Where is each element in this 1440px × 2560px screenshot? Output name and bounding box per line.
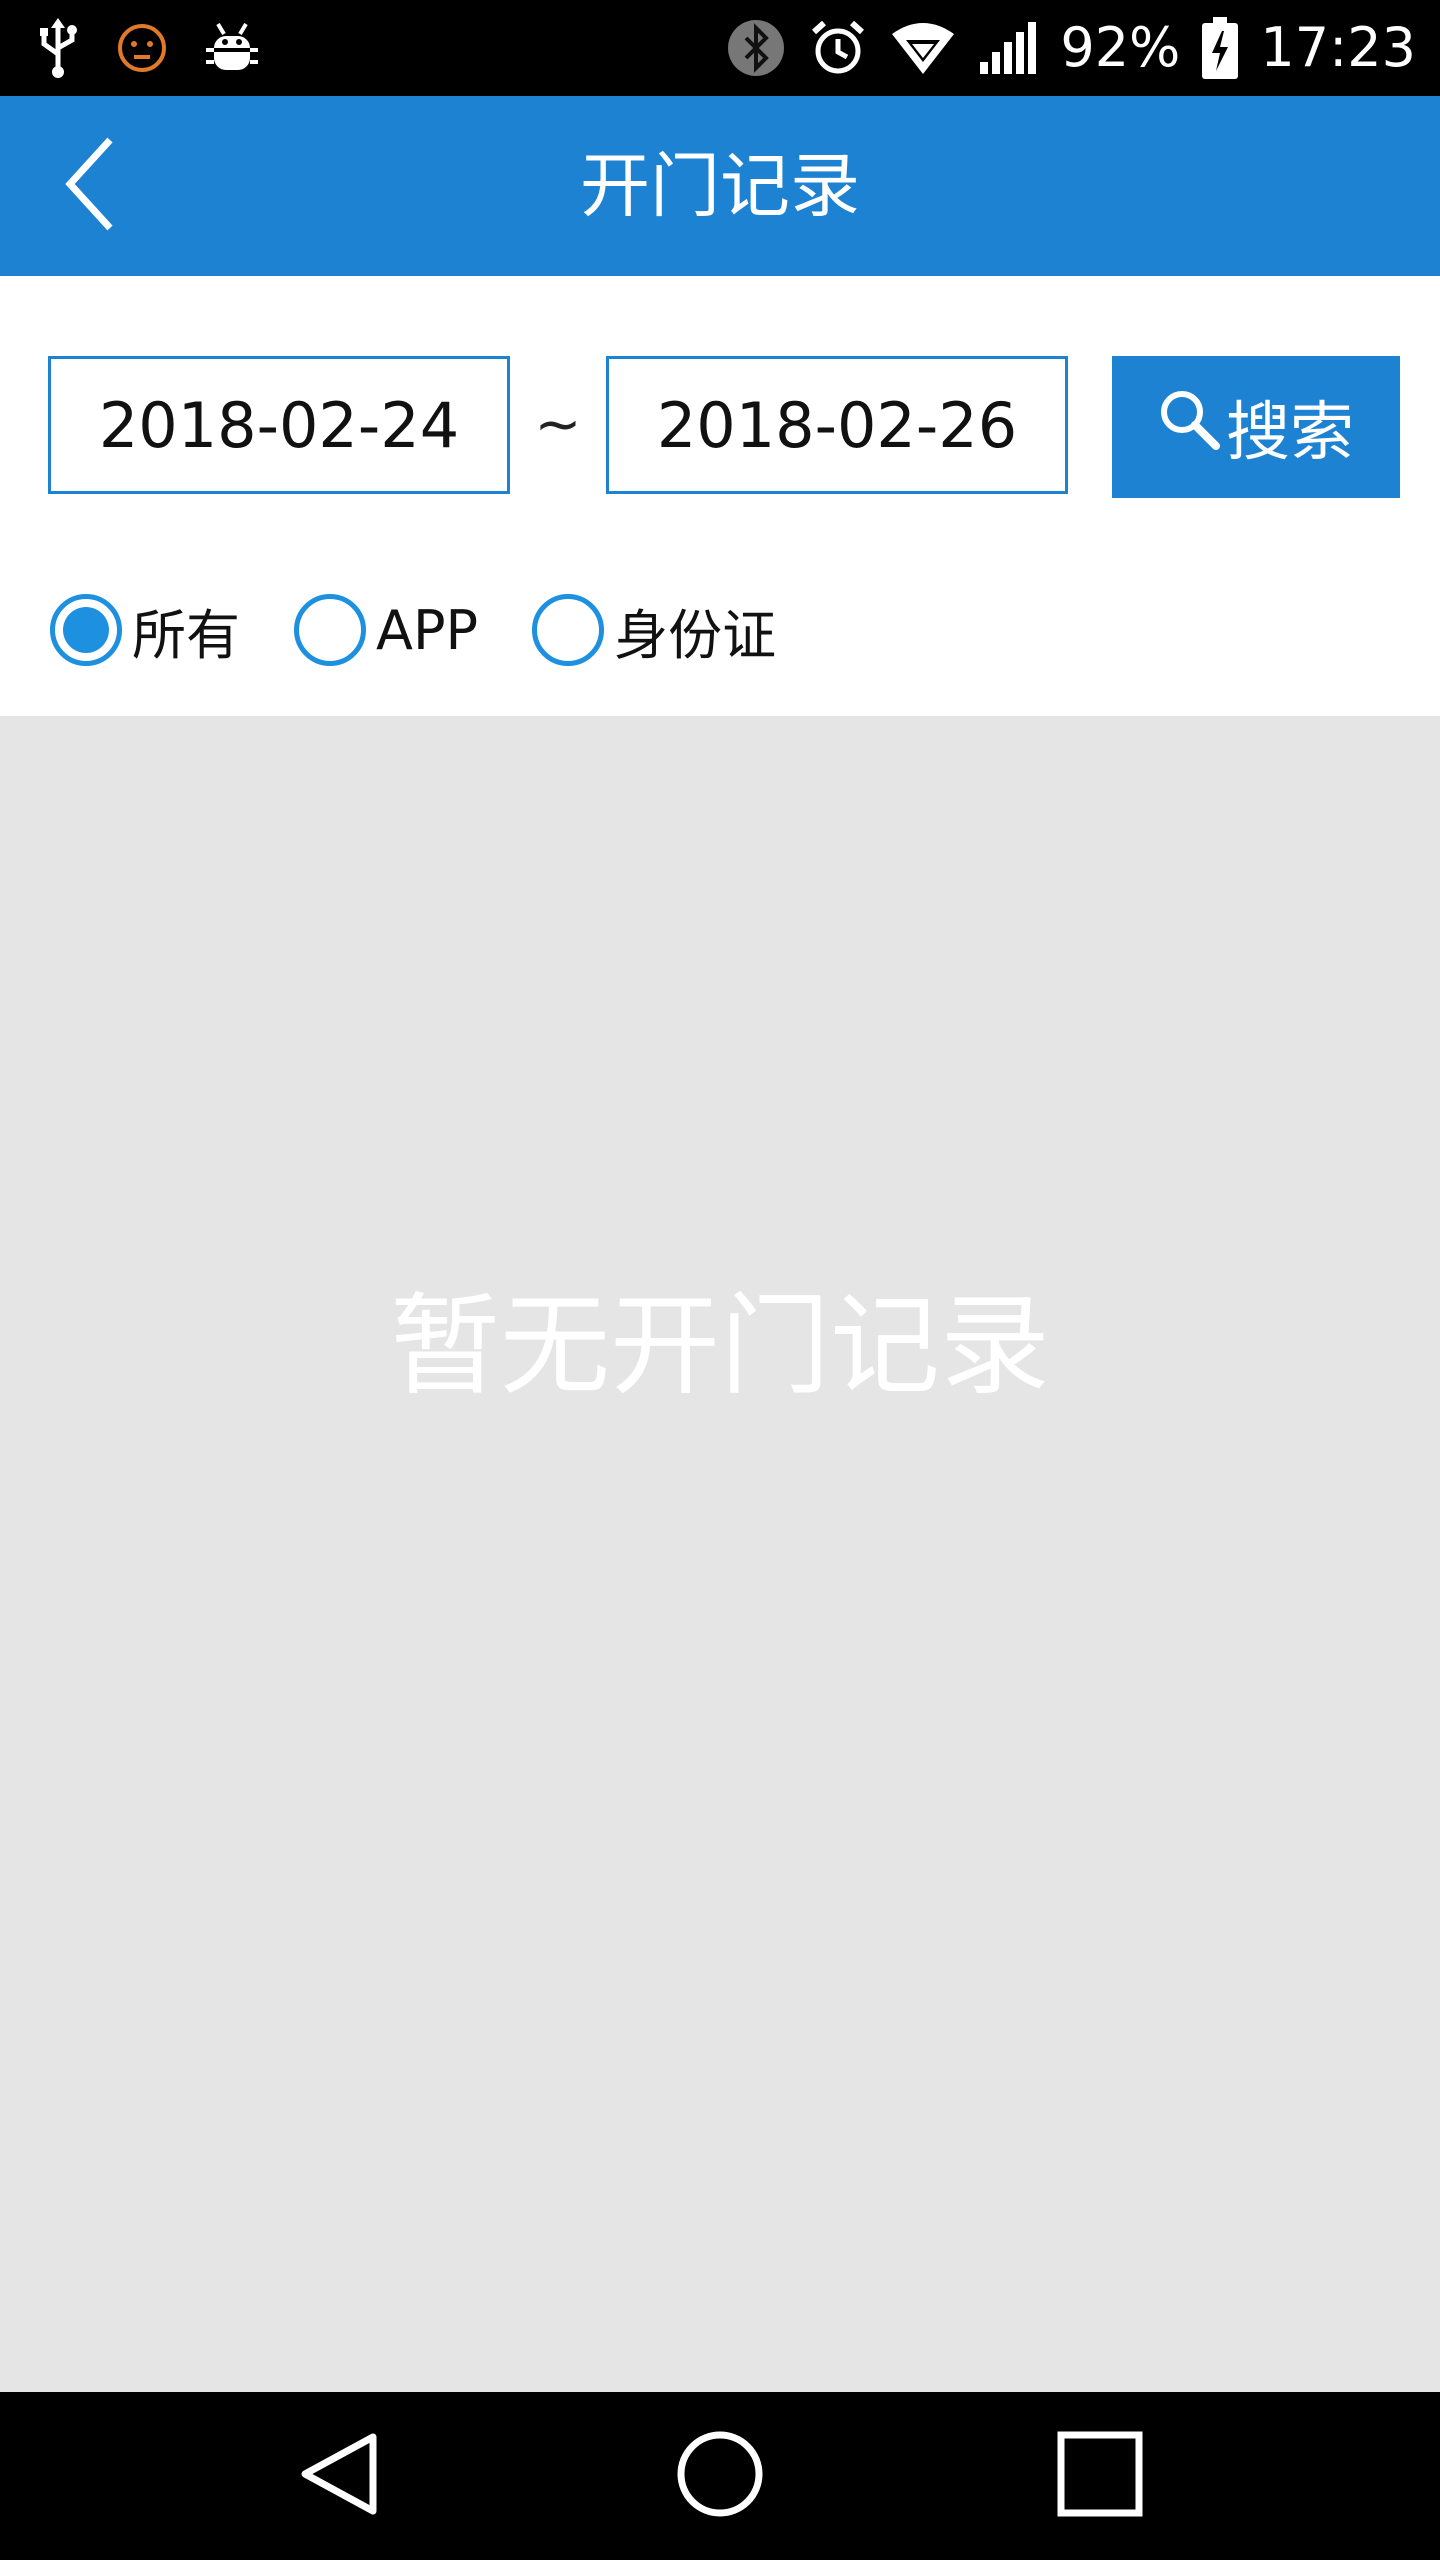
radio-option-all[interactable]: 所有: [50, 591, 240, 670]
record-type-radio-group: 所有 APP 身份证: [50, 590, 830, 670]
radio-button[interactable]: [294, 594, 366, 666]
nav-back-button[interactable]: [290, 2426, 390, 2526]
face-icon: [116, 22, 168, 74]
back-button[interactable]: [40, 136, 140, 236]
search-icon: [1158, 388, 1220, 466]
chevron-left-icon: [60, 134, 120, 238]
wifi-icon: [890, 20, 956, 76]
alarm-icon: [808, 18, 868, 78]
filter-panel: 2018-02-24 ~ 2018-02-26 搜索 所有 APP 身份证: [0, 276, 1440, 716]
radio-button-checked[interactable]: [50, 594, 122, 666]
end-date-field[interactable]: 2018-02-26: [606, 356, 1068, 494]
empty-state-message: 暂无开门记录: [390, 1282, 1050, 1410]
nav-home-icon: [675, 2429, 765, 2523]
app-bar: 开门记录: [0, 96, 1440, 276]
android-debug-icon: [204, 20, 260, 76]
clock: 17:23: [1260, 16, 1416, 79]
page-title: 开门记录: [580, 145, 860, 227]
nav-back-icon: [295, 2429, 385, 2523]
battery-charging-icon: [1202, 17, 1239, 79]
records-list: 暂无开门记录: [0, 716, 1440, 2392]
search-button[interactable]: 搜索: [1112, 356, 1400, 498]
radio-label: APP: [376, 598, 479, 662]
search-label: 搜索: [1226, 396, 1354, 470]
nav-recents-icon: [1055, 2429, 1145, 2523]
nav-home-button[interactable]: [670, 2426, 770, 2526]
radio-option-app[interactable]: APP: [294, 594, 478, 666]
navigation-bar: [0, 2392, 1440, 2560]
radio-label: 所有: [132, 603, 240, 667]
screen: 92% 17:23 开门记录 2018-02-24 ~ 2018-02-26 搜…: [0, 0, 1440, 2560]
signal-icon: [978, 20, 1038, 76]
nav-recents-button[interactable]: [1050, 2426, 1150, 2526]
radio-label: 身份证: [614, 603, 777, 667]
radio-option-id-card[interactable]: 身份证: [532, 591, 776, 670]
status-bar: 92% 17:23: [0, 0, 1440, 96]
radio-button[interactable]: [532, 594, 605, 666]
start-date-field[interactable]: 2018-02-24: [48, 356, 510, 494]
bluetooth-icon: [726, 18, 786, 78]
date-separator: ~: [534, 392, 582, 457]
usb-icon: [36, 18, 80, 78]
battery-percent: 92%: [1060, 16, 1181, 79]
